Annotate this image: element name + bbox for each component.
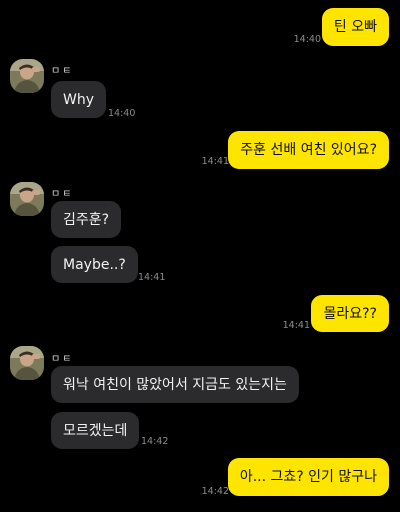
my-message-bubble[interactable]: 몰라요?? (311, 295, 389, 332)
message-timestamp: 14:40 (293, 34, 321, 45)
contact-avatar[interactable] (10, 59, 44, 93)
sender-name: ㅁㅌ (51, 354, 74, 365)
my-message-bubble[interactable]: 주훈 선배 여친 있어요? (228, 131, 389, 169)
message-timestamp: 14:41 (282, 320, 310, 331)
my-message-bubble[interactable]: 틴 오빠 (321, 8, 389, 46)
sender-name: ㅁㅌ (51, 66, 74, 77)
their-message-bubble[interactable]: 김주훈? (51, 201, 122, 238)
message-timestamp: 14:41 (138, 272, 166, 283)
sender-name: ㅁㅌ (51, 189, 74, 200)
message-timestamp: 14:42 (201, 486, 229, 497)
their-message-bubble[interactable]: Maybe..? (51, 246, 138, 283)
message-timestamp: 14:40 (108, 108, 136, 119)
their-message-bubble[interactable]: 워낙 여친이 많았어서 지금도 있는지는 (51, 366, 299, 403)
their-message-bubble[interactable]: Why (51, 81, 107, 118)
message-timestamp: 14:42 (141, 436, 169, 447)
their-message-bubble[interactable]: 모르겠는데 (51, 412, 140, 449)
my-message-bubble[interactable]: 아... 그쵸? 인기 많구나 (227, 458, 389, 496)
message-timestamp: 14:41 (201, 156, 229, 167)
chat-view[interactable]: 틴 오빠 14:40 ㅁㅌ Why 14:40 주훈 선배 여친 있어요? 14… (0, 0, 400, 512)
contact-avatar[interactable] (10, 182, 44, 216)
contact-avatar[interactable] (10, 346, 44, 380)
